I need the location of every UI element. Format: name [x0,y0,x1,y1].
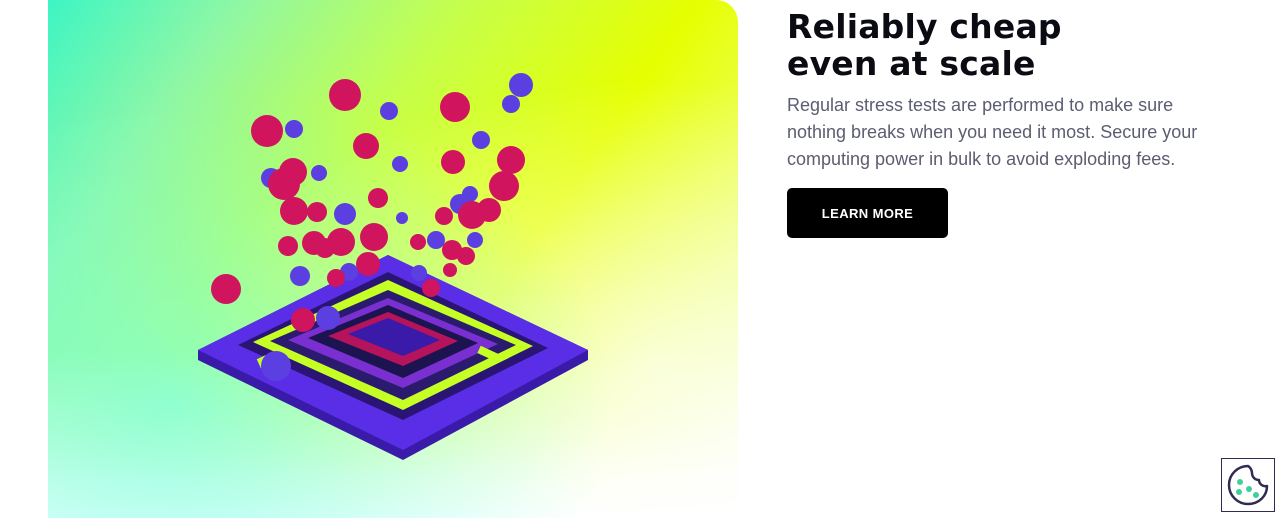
cookie-icon [1227,464,1269,506]
feature-title-line-2: even at scale [787,44,1036,83]
exploding-chip-illustration [198,73,588,460]
feature-title: Reliably cheap even at scale [787,8,1237,82]
learn-more-button[interactable]: LEARN MORE [787,188,948,238]
feature-title-line-1: Reliably cheap [787,7,1062,46]
cookie-settings-button[interactable] [1221,458,1275,512]
feature-description: Regular stress tests are performed to ma… [787,95,1198,169]
cpu-chip [198,255,588,460]
hero-illustration-panel [48,0,738,518]
